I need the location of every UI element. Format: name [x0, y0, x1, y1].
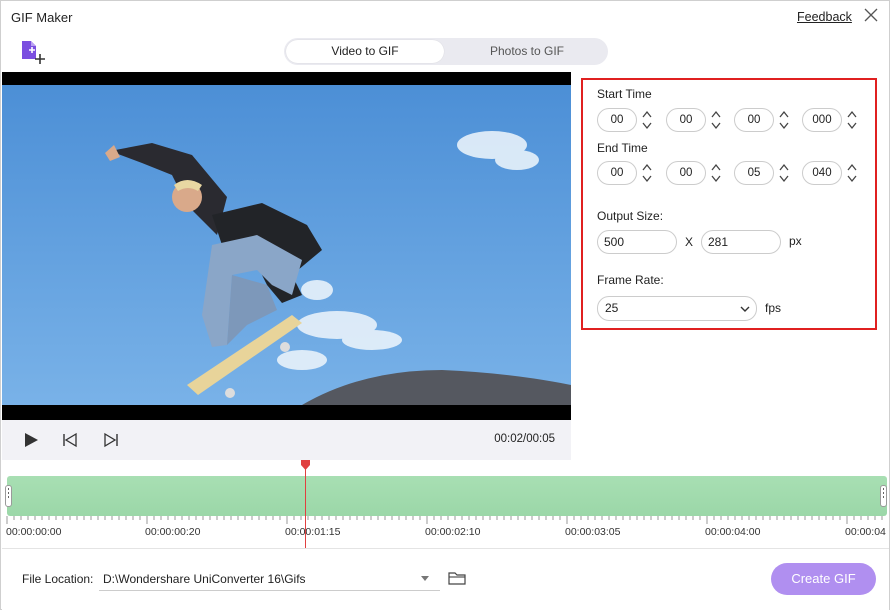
gif-maker-window: GIF Maker Feedback Video to GIF Photos t…	[0, 0, 890, 610]
start-minutes-field[interactable]: 00	[666, 108, 706, 132]
end-time-label: End Time	[597, 141, 648, 155]
fps-unit-label: fps	[765, 301, 782, 315]
end-hours-spinner-icon[interactable]	[641, 161, 653, 185]
close-icon[interactable]	[863, 7, 879, 23]
file-location-label: File Location:	[22, 572, 94, 586]
frame-rate-label: Frame Rate:	[597, 273, 664, 287]
end-milliseconds-spinner-icon[interactable]	[846, 161, 858, 185]
end-hours-field[interactable]: 00	[597, 161, 637, 185]
timeline-tick-label: 00:00:03:05	[565, 526, 621, 538]
chevron-down-icon	[421, 576, 429, 581]
tab-photos-to-gif[interactable]: Photos to GIF	[448, 40, 606, 63]
output-size-label: Output Size:	[597, 209, 664, 223]
start-hours-field[interactable]: 00	[597, 108, 637, 132]
feedback-link[interactable]: Feedback	[797, 10, 852, 24]
frame-rate-value: 25	[605, 301, 619, 315]
next-frame-icon[interactable]	[102, 431, 120, 449]
add-file-icon[interactable]	[19, 39, 47, 65]
tab-video-to-gif[interactable]: Video to GIF	[286, 40, 444, 63]
end-milliseconds-field[interactable]: 040	[802, 161, 842, 185]
start-time-label: Start Time	[597, 87, 652, 101]
timeline-tick-label: 00:00:00:20	[145, 526, 201, 538]
end-seconds-spinner-icon[interactable]	[778, 161, 790, 185]
mode-tabs: Video to GIF Photos to GIF	[284, 38, 608, 65]
timeline-tick-label: 00:00:04:00	[705, 526, 761, 538]
file-location-select[interactable]: D:\Wondershare UniConverter 16\Gifs	[99, 568, 440, 591]
timeline: 00:00:00:00 00:00:00:20 00:00:01:15 00:0…	[2, 460, 889, 548]
timeline-tick-label: 00:00:01:15	[285, 526, 341, 538]
timeline-end-handle[interactable]	[880, 485, 887, 507]
playhead-line[interactable]	[305, 464, 306, 548]
px-unit-label: px	[789, 234, 802, 248]
timeline-start-handle[interactable]	[5, 485, 12, 507]
create-gif-button[interactable]: Create GIF	[771, 563, 876, 595]
video-preview	[2, 72, 571, 420]
timeline-tick-label: 00:00:02:10	[425, 526, 481, 538]
frame-rate-select[interactable]: 25	[597, 296, 757, 321]
start-milliseconds-field[interactable]: 000	[802, 108, 842, 132]
end-minutes-spinner-icon[interactable]	[710, 161, 722, 185]
window-title: GIF Maker	[11, 10, 73, 25]
playback-timecode: 00:02/00:05	[494, 433, 555, 445]
previous-frame-icon[interactable]	[61, 431, 79, 449]
end-seconds-field[interactable]: 05	[734, 161, 774, 185]
output-height-field[interactable]: 281	[701, 230, 781, 254]
start-milliseconds-spinner-icon[interactable]	[846, 108, 858, 132]
end-minutes-field[interactable]: 00	[666, 161, 706, 185]
start-hours-spinner-icon[interactable]	[641, 108, 653, 132]
start-seconds-field[interactable]: 00	[734, 108, 774, 132]
folder-icon[interactable]	[448, 570, 466, 586]
player-controls: 00:02/00:05	[2, 420, 571, 460]
timeline-track[interactable]	[7, 476, 887, 516]
file-location-value: D:\Wondershare UniConverter 16\Gifs	[103, 572, 306, 586]
timeline-tick-label: 00:00:04	[845, 526, 886, 538]
gif-settings-panel: Start Time 00 00 00 000 End Time 00 00 0…	[581, 78, 877, 330]
playhead-marker-icon[interactable]	[301, 460, 310, 470]
start-minutes-spinner-icon[interactable]	[710, 108, 722, 132]
size-separator: X	[685, 235, 694, 249]
start-seconds-spinner-icon[interactable]	[778, 108, 790, 132]
play-icon[interactable]	[22, 431, 40, 449]
chevron-down-icon	[740, 306, 750, 312]
output-width-field[interactable]: 500	[597, 230, 677, 254]
timeline-ruler	[6, 516, 883, 524]
footer-bar: File Location: D:\Wondershare UniConvert…	[2, 548, 889, 610]
timeline-tick-label: 00:00:00:00	[6, 526, 62, 538]
video-frame-image	[2, 85, 571, 405]
